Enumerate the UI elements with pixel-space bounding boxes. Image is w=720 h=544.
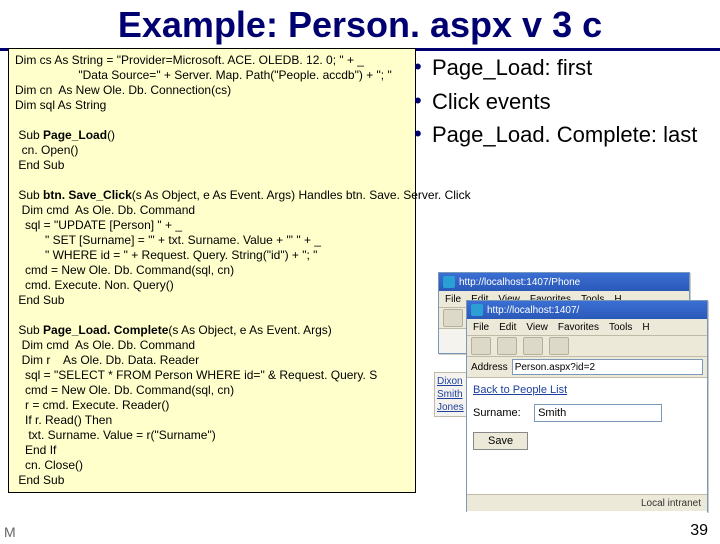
menu-item[interactable]: View: [526, 322, 548, 333]
forward-button-icon[interactable]: [497, 337, 517, 355]
ie-icon: [443, 276, 455, 288]
bullet-item: •Page_Load: first: [414, 54, 714, 82]
browser-window-front: http://localhost:1407/ File Edit View Favor…: [466, 300, 708, 512]
titlebar: http://localhost:1407/Phone: [439, 273, 689, 291]
menu-item[interactable]: File: [473, 322, 489, 333]
stop-button-icon[interactable]: [523, 337, 543, 355]
page-number: 39: [690, 522, 708, 540]
menubar-front: File Edit View Favorites Tools H: [467, 319, 707, 336]
refresh-button-icon[interactable]: [549, 337, 569, 355]
surname-input[interactable]: [534, 404, 662, 422]
back-link[interactable]: Back to People List: [473, 384, 567, 396]
menu-item[interactable]: File: [445, 294, 461, 305]
menu-item[interactable]: H: [642, 322, 649, 333]
bullet-item: •Click events: [414, 88, 714, 116]
back-button-icon[interactable]: [471, 337, 491, 355]
menu-item[interactable]: Favorites: [558, 322, 599, 333]
status-text: Local intranet: [641, 498, 701, 509]
address-input[interactable]: [512, 359, 703, 375]
ie-icon: [471, 304, 483, 316]
code-block: Dim cs As String = "Provider=Microsoft. …: [8, 48, 416, 493]
address-label: Address: [471, 362, 508, 373]
save-button[interactable]: Save: [473, 432, 528, 450]
url-text-front: http://localhost:1407/: [487, 305, 579, 316]
url-text: http://localhost:1407/Phone: [459, 277, 580, 288]
toolbar-front: [467, 336, 707, 357]
back-button-icon[interactable]: [443, 309, 463, 327]
bullet-list: •Page_Load: first •Click events •Page_Load…: [414, 54, 714, 155]
address-bar: Address: [467, 357, 707, 378]
status-bar: Local intranet: [467, 494, 707, 511]
bullet-item: •Page_Load. Complete: last: [414, 121, 714, 149]
titlebar-front: http://localhost:1407/: [467, 301, 707, 319]
footer-left: M: [4, 524, 16, 540]
surname-label: Surname:: [473, 407, 531, 419]
slide-title: Example: Person. aspx v 3 c: [0, 4, 720, 51]
menu-item[interactable]: Edit: [499, 322, 516, 333]
menu-item[interactable]: Tools: [609, 322, 632, 333]
